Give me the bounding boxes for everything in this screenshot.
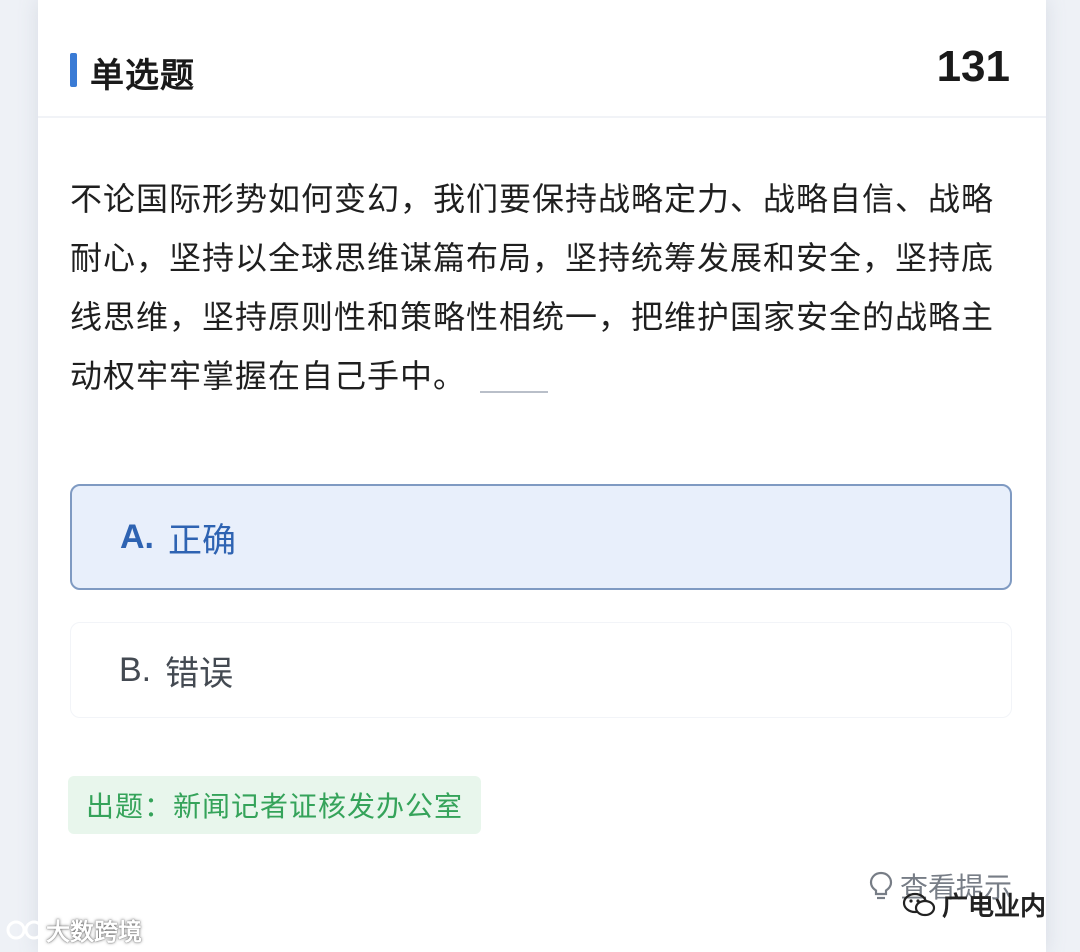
- option-a[interactable]: A. 正确: [70, 484, 1012, 590]
- lightbulb-icon: [869, 871, 893, 900]
- accent-bar: [70, 53, 77, 87]
- source-text: 出题：新闻记者证核发办公室: [86, 790, 464, 823]
- watermark-right-text: 广电业内: [941, 892, 1046, 922]
- question-card: 单选题 131 不论国际形势如何变幻，我们要保持战略定力、战略自信、战略耐心，坚…: [38, 0, 1046, 952]
- watermark-logo-icon: [6, 920, 44, 939]
- question-stem: 不论国际形势如何变幻，我们要保持战略定力、战略自信、战略耐心，坚持以全球思维谋篇…: [70, 170, 1018, 406]
- option-a-letter: A.: [120, 517, 154, 556]
- question-text: 不论国际形势如何变幻，我们要保持战略定力、战略自信、战略耐心，坚持以全球思维谋篇…: [70, 180, 995, 395]
- wechat-icon: [902, 892, 936, 916]
- source-badge: 出题：新闻记者证核发办公室: [68, 776, 482, 834]
- watermark-right: 广电业内: [902, 886, 1046, 923]
- question-number: 131: [936, 42, 1010, 91]
- question-header: 单选题 131: [38, 0, 1046, 118]
- option-b[interactable]: B. 错误: [70, 622, 1012, 718]
- option-a-label: 正确: [168, 520, 236, 561]
- question-type-label: 单选题: [90, 56, 195, 96]
- watermark-left: 大数跨境: [6, 912, 142, 947]
- option-b-label: 错误: [165, 653, 234, 694]
- option-b-letter: B.: [119, 650, 152, 689]
- watermark-left-text: 大数跨境: [46, 918, 142, 946]
- answer-blank: [480, 391, 549, 393]
